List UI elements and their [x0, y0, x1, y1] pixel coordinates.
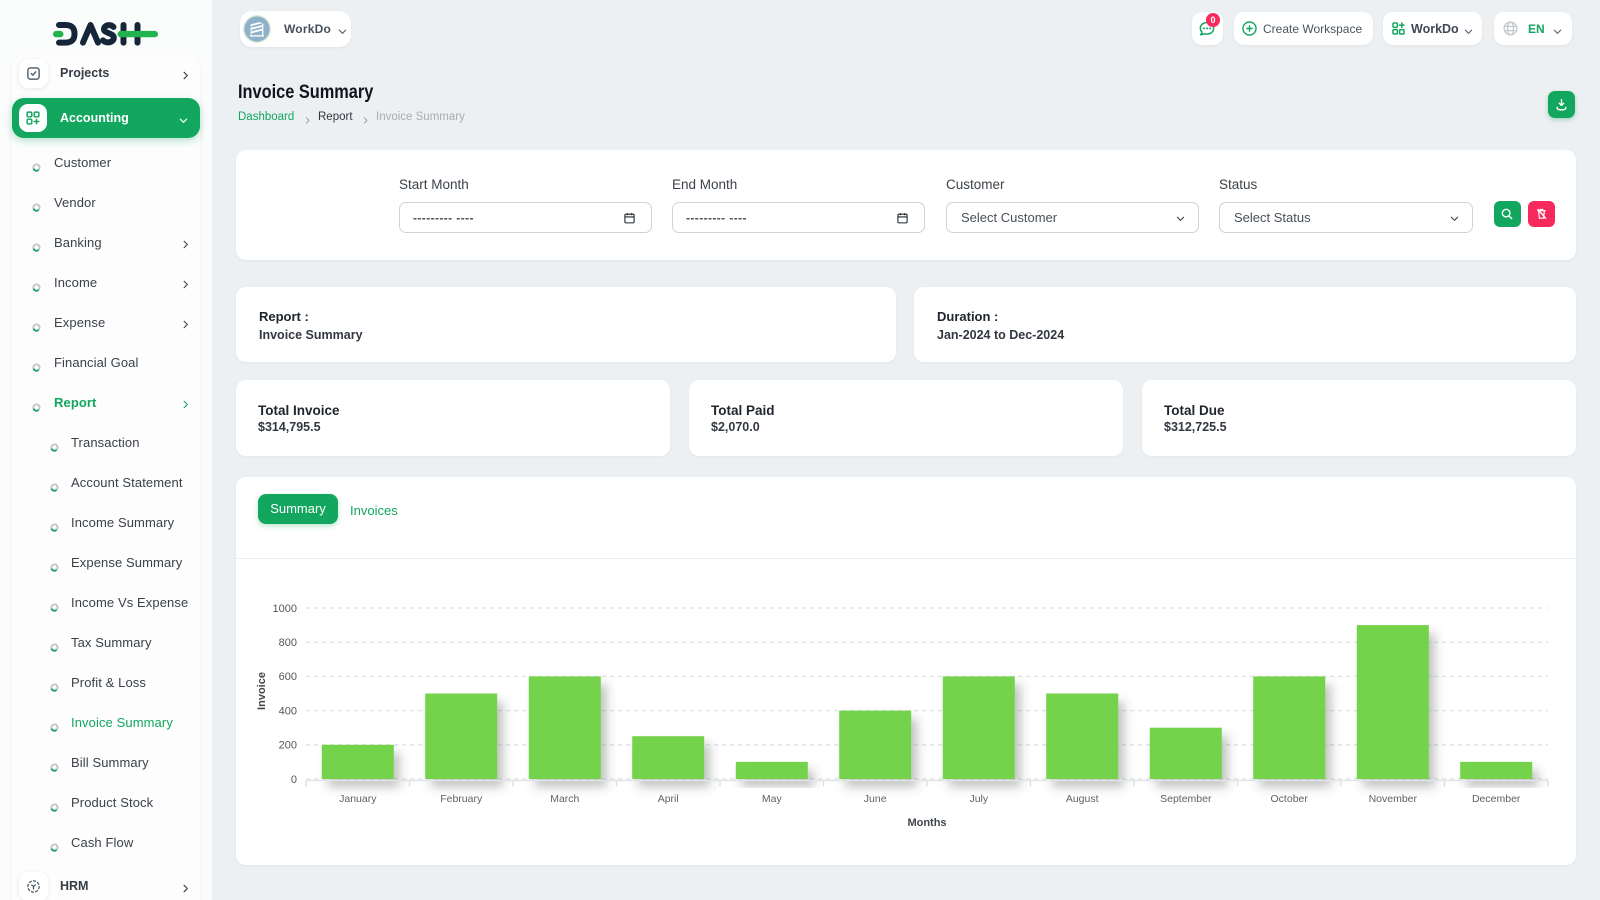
- svg-text:February: February: [440, 793, 483, 805]
- svg-text:200: 200: [279, 740, 297, 752]
- svg-text:Invoice: Invoice: [256, 672, 268, 710]
- svg-text:November: November: [1369, 793, 1418, 805]
- svg-text:October: October: [1271, 793, 1309, 805]
- svg-text:March: March: [550, 793, 579, 805]
- svg-text:January: January: [339, 793, 377, 805]
- svg-text:July: July: [969, 793, 988, 805]
- svg-text:December: December: [1472, 793, 1521, 805]
- svg-text:800: 800: [279, 637, 297, 649]
- svg-text:400: 400: [279, 705, 297, 717]
- svg-text:August: August: [1066, 793, 1099, 805]
- svg-text:1000: 1000: [273, 603, 297, 615]
- svg-text:September: September: [1160, 793, 1212, 805]
- svg-text:0: 0: [291, 774, 297, 786]
- svg-text:April: April: [658, 793, 679, 805]
- svg-text:June: June: [864, 793, 887, 805]
- svg-text:Months: Months: [907, 817, 946, 829]
- svg-text:May: May: [762, 793, 783, 805]
- svg-text:600: 600: [279, 671, 297, 683]
